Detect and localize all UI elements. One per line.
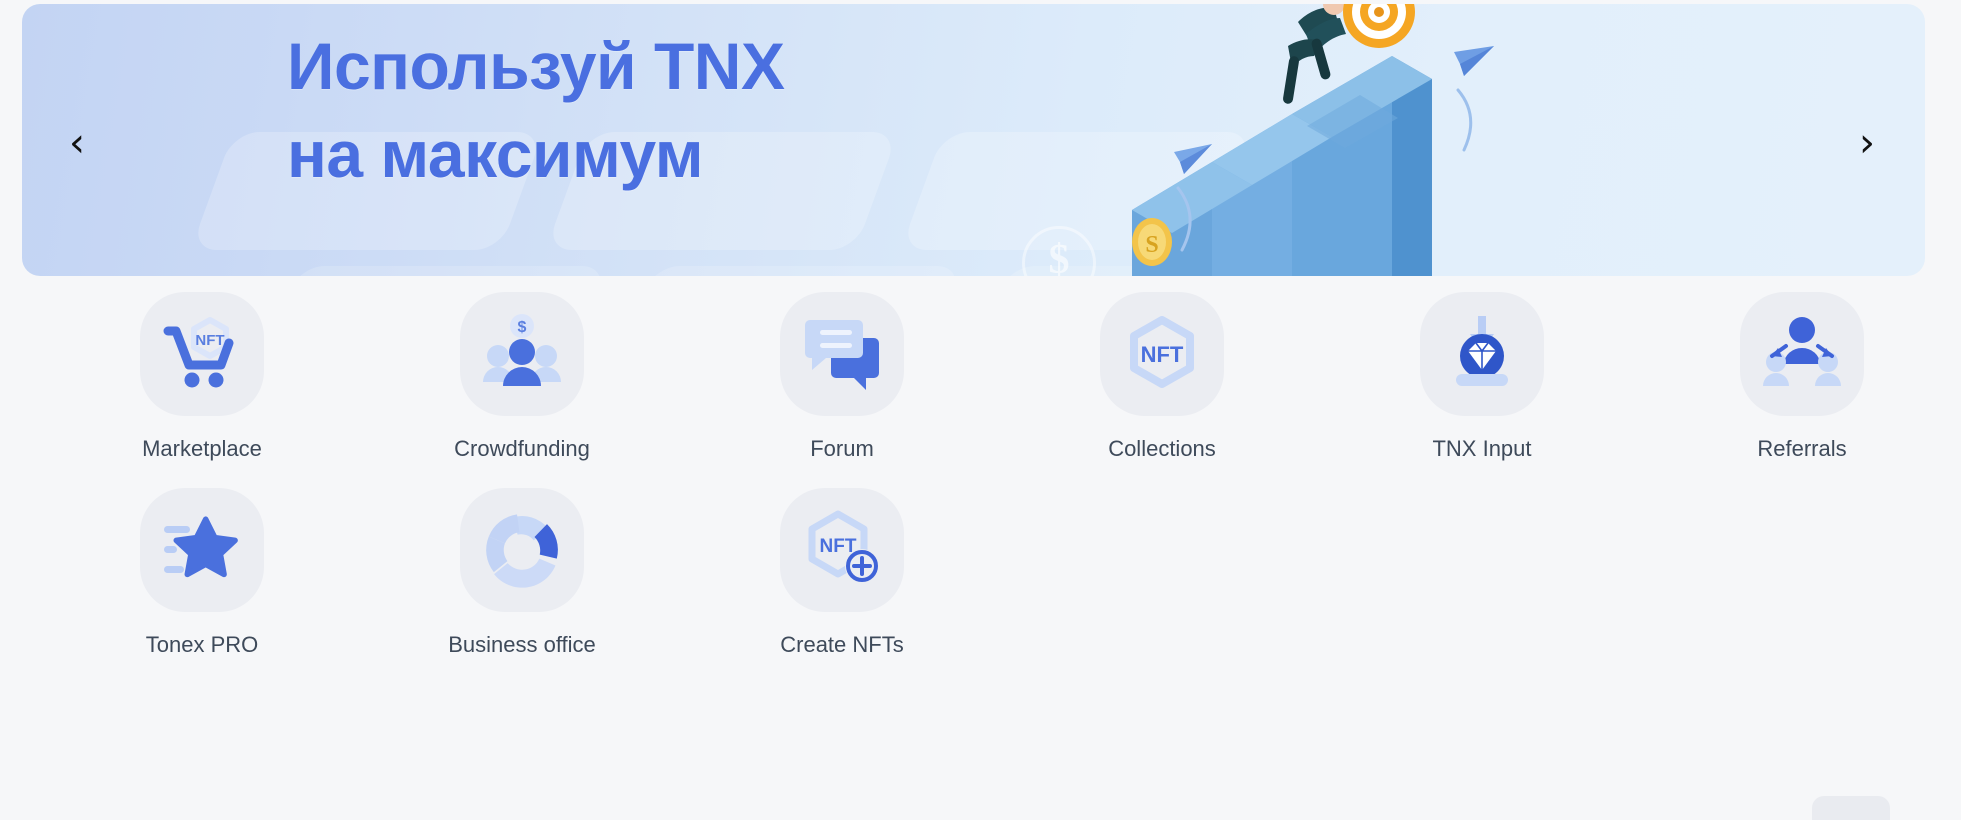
svg-text:S: S bbox=[1145, 232, 1158, 258]
app-root: $ Используй TNX на максимум S ‹ › NFT Ma… bbox=[0, 0, 1961, 820]
banner-illustration: S bbox=[1102, 4, 1562, 276]
shortcut-collections[interactable]: NFT Collections bbox=[1002, 292, 1322, 462]
star-list-icon bbox=[164, 516, 238, 578]
bottom-peeking-chip bbox=[1812, 796, 1890, 820]
donut-chart-icon bbox=[486, 514, 558, 588]
shortcut-tile[interactable]: NFT bbox=[780, 488, 904, 612]
svg-text:NFT: NFT bbox=[195, 332, 224, 349]
carousel-next-button[interactable]: › bbox=[1844, 120, 1890, 166]
shortcut-crowdfunding[interactable]: $ Crowdfunding bbox=[362, 292, 682, 462]
shortcut-tile[interactable] bbox=[140, 488, 264, 612]
promo-carousel[interactable]: $ Используй TNX на максимум S ‹ › bbox=[22, 4, 1925, 276]
nft-plus-icon: NFT bbox=[808, 510, 879, 583]
shortcut-tile[interactable] bbox=[780, 292, 904, 416]
shortcut-label: Crowdfunding bbox=[454, 436, 590, 461]
shortcut-label: Forum bbox=[810, 436, 874, 461]
banner-watermark-stripe bbox=[255, 266, 609, 276]
svg-text:NFT: NFT bbox=[1141, 342, 1184, 367]
shortcut-tile[interactable] bbox=[1420, 292, 1544, 416]
diamond-download-icon bbox=[1456, 316, 1508, 386]
shortcut-referrals[interactable]: Referrals bbox=[1642, 292, 1961, 462]
shortcut-forum[interactable]: Forum bbox=[682, 292, 1002, 462]
shortcut-grid: NFT Marketplace $ Crowdfunding Forum NFT… bbox=[0, 292, 1961, 658]
shortcut-label: Marketplace bbox=[142, 436, 262, 461]
shortcut-tile[interactable]: NFT bbox=[140, 292, 264, 416]
shortcut-label: TNX Input bbox=[1432, 436, 1532, 461]
shortcut-label: Create NFTs bbox=[780, 632, 904, 657]
shortcut-label: Referrals bbox=[1757, 436, 1847, 461]
shortcut-label: Business office bbox=[448, 632, 596, 657]
shortcut-marketplace[interactable]: NFT Marketplace bbox=[42, 292, 362, 462]
banner-watermark-coin-icon: $ bbox=[1022, 226, 1096, 276]
referral-people-icon bbox=[1763, 317, 1841, 386]
shortcut-label: Tonex PRO bbox=[145, 632, 259, 657]
promo-banner-slide[interactable]: $ Используй TNX на максимум S bbox=[22, 4, 1925, 276]
shortcut-label: Collections bbox=[1108, 436, 1216, 461]
people-dollar-icon: $ bbox=[483, 314, 561, 386]
nft-cart-icon: NFT bbox=[163, 317, 234, 388]
banner-title: Используй TNX на максимум bbox=[287, 29, 785, 191]
shortcut-tile[interactable]: $ bbox=[460, 292, 584, 416]
shortcut-tnx-input[interactable]: TNX Input bbox=[1322, 292, 1642, 462]
shortcut-create-nfts[interactable]: NFT Create NFTs bbox=[682, 488, 1002, 658]
shortcut-tile[interactable] bbox=[460, 488, 584, 612]
nft-hexagon-icon: NFT bbox=[1130, 316, 1194, 388]
banner-watermark-stripe bbox=[610, 266, 964, 276]
carousel-prev-button[interactable]: ‹ bbox=[54, 120, 100, 166]
svg-text:$: $ bbox=[518, 319, 527, 336]
shortcut-tile[interactable] bbox=[1740, 292, 1864, 416]
chat-bubbles-icon bbox=[805, 320, 879, 390]
shortcut-tile[interactable]: NFT bbox=[1100, 292, 1224, 416]
shortcut-business-office[interactable]: Business office bbox=[362, 488, 682, 658]
shortcut-tonex-pro[interactable]: Tonex PRO bbox=[42, 488, 362, 658]
